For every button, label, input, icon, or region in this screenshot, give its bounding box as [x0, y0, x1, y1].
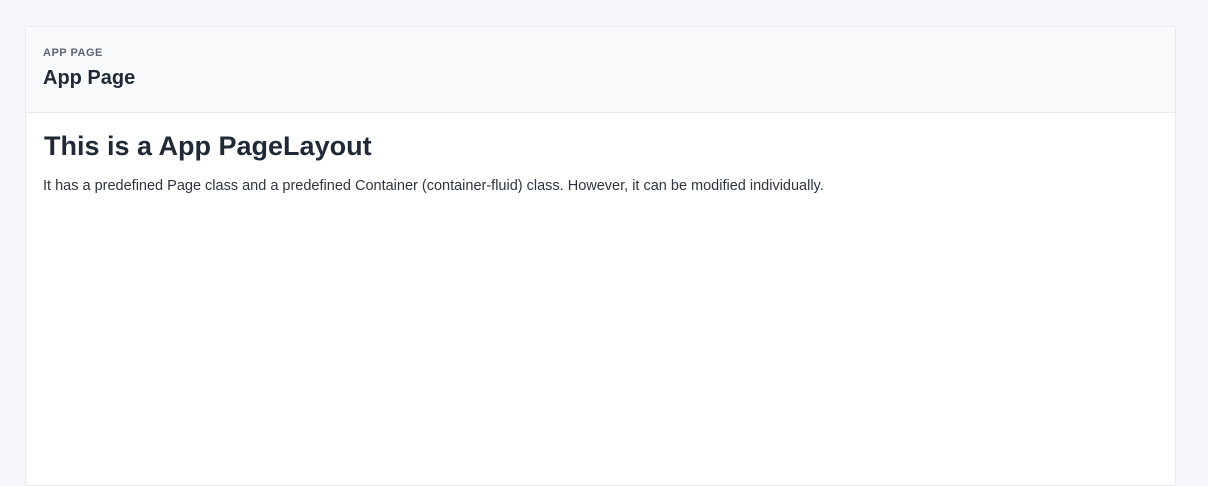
page-header: APP PAGE App Page	[26, 27, 1175, 113]
page-card: APP PAGE App Page This is a App PageLayo…	[25, 26, 1176, 486]
content-heading: This is a App PageLayout	[44, 131, 372, 161]
page-pretitle: APP PAGE	[43, 47, 103, 59]
page-title: App Page	[43, 67, 136, 89]
content-description: It has a predefined Page class and a pre…	[43, 178, 824, 194]
